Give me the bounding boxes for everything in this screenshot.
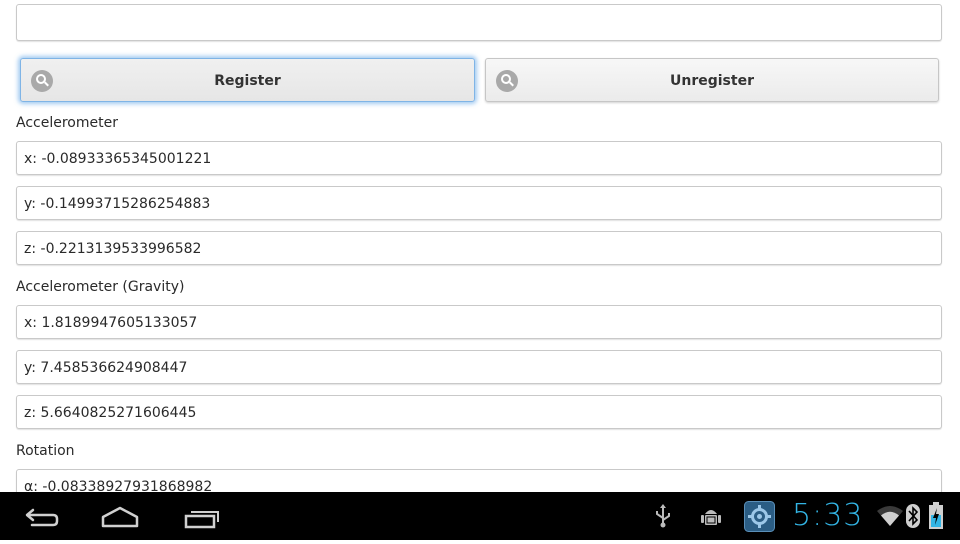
gravity-z-field[interactable]: z: 5.6640825271606445 bbox=[16, 395, 942, 429]
status-clock: 5:33 bbox=[792, 498, 864, 533]
accelerometer-x-field[interactable]: x: -0.08933365345001221 bbox=[16, 141, 942, 175]
register-button-label: Register bbox=[214, 73, 281, 89]
gravity-y-field[interactable]: y: 7.458536624908447 bbox=[16, 350, 942, 384]
accelerometer-z-field[interactable]: z: -0.2213139533996582 bbox=[16, 231, 942, 265]
wifi-icon bbox=[876, 505, 904, 531]
battery-charging-icon bbox=[928, 502, 944, 534]
search-icon bbox=[31, 70, 53, 92]
unregister-button-label: Unregister bbox=[670, 73, 754, 89]
android-debug-icon bbox=[700, 505, 722, 533]
back-icon[interactable] bbox=[20, 492, 62, 540]
recent-apps-icon[interactable] bbox=[182, 492, 220, 540]
section-title-accelerometer: Accelerometer bbox=[16, 115, 118, 131]
unregister-button[interactable]: Unregister bbox=[485, 58, 939, 102]
usb-icon bbox=[654, 504, 672, 532]
bluetooth-icon bbox=[906, 504, 920, 532]
rotation-alpha-field[interactable]: α: -0.08338927931868982 bbox=[16, 469, 942, 492]
search-icon bbox=[496, 70, 518, 92]
section-title-rotation: Rotation bbox=[16, 443, 75, 459]
register-button[interactable]: Register bbox=[20, 58, 475, 102]
settings-app-icon[interactable] bbox=[744, 501, 775, 536]
gravity-x-field[interactable]: x: 1.8189947605133057 bbox=[16, 305, 942, 339]
home-icon[interactable] bbox=[100, 492, 140, 540]
section-title-gravity: Accelerometer (Gravity) bbox=[16, 279, 185, 295]
app-content: Register Unregister Accelerometer x: -0.… bbox=[0, 0, 960, 492]
top-input-field[interactable] bbox=[16, 4, 942, 41]
accelerometer-y-field[interactable]: y: -0.14993715286254883 bbox=[16, 186, 942, 220]
